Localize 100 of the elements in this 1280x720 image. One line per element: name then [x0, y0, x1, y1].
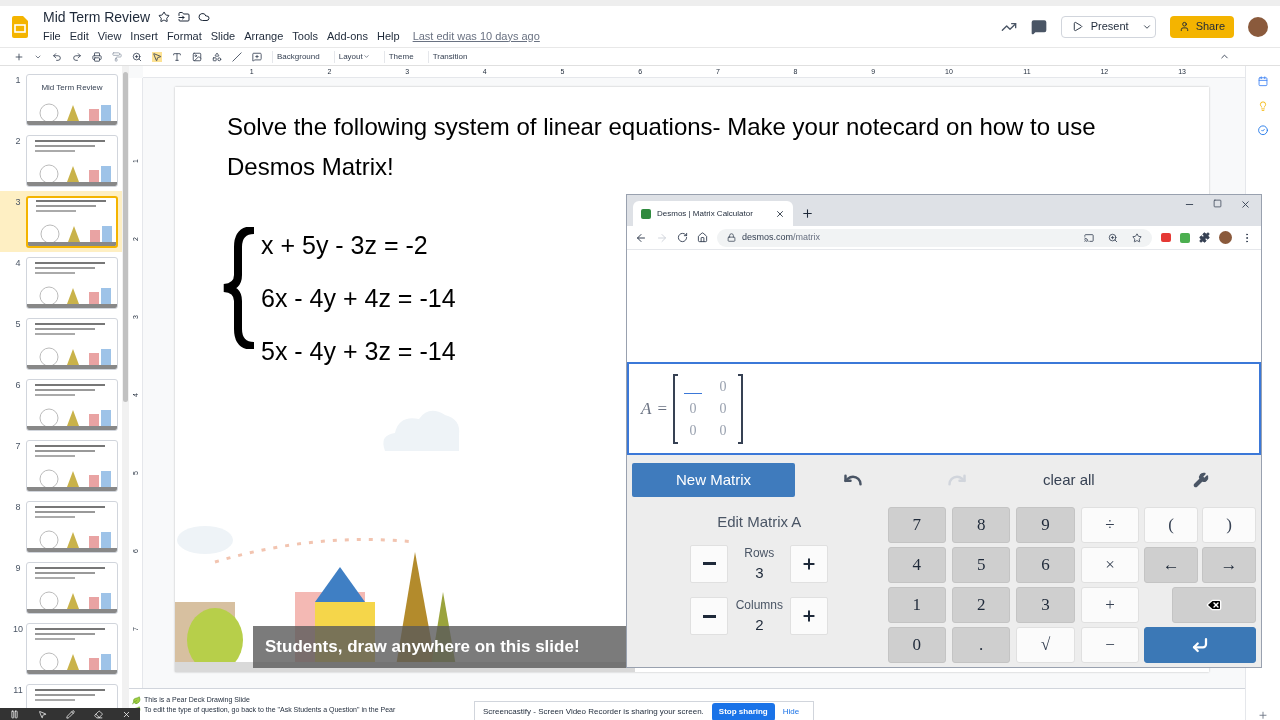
keypad-key[interactable]: 9 — [1016, 507, 1075, 543]
menu-item[interactable]: View — [97, 27, 122, 45]
share-button[interactable]: Share — [1169, 15, 1234, 38]
slide-thumbnail[interactable] — [26, 196, 118, 248]
extensions-icon[interactable] — [1199, 232, 1210, 243]
keypad-key[interactable]: − — [1080, 627, 1140, 663]
home-icon[interactable] — [697, 232, 708, 243]
keypad-key[interactable]: 4 — [887, 547, 946, 583]
close-window-icon[interactable] — [1240, 199, 1251, 210]
backspace-key[interactable] — [1172, 587, 1256, 623]
new-tab-icon[interactable] — [801, 207, 814, 220]
tasks-icon[interactable] — [1256, 125, 1270, 136]
keypad-key[interactable]: 6 — [1016, 547, 1075, 583]
keypad-key[interactable]: ( — [1144, 507, 1199, 543]
keypad-key[interactable]: 7 — [887, 507, 946, 543]
scrollbar-thumb[interactable] — [123, 72, 128, 402]
keypad-key[interactable]: 8 — [952, 507, 1011, 543]
redo-icon[interactable] — [72, 51, 82, 62]
slide-thumbnail[interactable] — [26, 623, 118, 675]
pen-icon[interactable] — [65, 709, 75, 719]
undo-icon[interactable] — [52, 51, 62, 62]
slide-thumbnail[interactable] — [26, 318, 118, 370]
extension-icon[interactable] — [1180, 232, 1190, 243]
shape-icon[interactable] — [212, 51, 222, 62]
maximize-icon[interactable] — [1213, 199, 1222, 208]
menu-item[interactable]: Arrange — [244, 27, 284, 45]
stop-sharing-button[interactable]: Stop sharing — [711, 703, 775, 720]
keypad-key[interactable]: ÷ — [1080, 507, 1140, 543]
keypad-key[interactable]: 3 — [1016, 587, 1075, 623]
reload-icon[interactable] — [677, 232, 688, 243]
new-matrix-button[interactable]: New Matrix — [632, 463, 795, 497]
zoom-icon[interactable] — [132, 51, 142, 62]
calendar-icon[interactable] — [1256, 76, 1270, 87]
address-bar[interactable]: desmos.com/matrix — [717, 228, 1152, 247]
pause-icon[interactable] — [9, 709, 19, 719]
menu-item[interactable]: Tools — [292, 27, 318, 45]
menu-item[interactable]: Edit — [69, 27, 89, 45]
star-icon[interactable] — [158, 10, 171, 23]
toolbar-button[interactable]: Layout — [333, 50, 374, 63]
matrix-input[interactable]: A = 0 0 0 0 0 — [627, 362, 1261, 455]
close-tab-icon[interactable] — [775, 208, 785, 219]
print-icon[interactable] — [92, 51, 102, 62]
keypad-key[interactable]: ) — [1202, 507, 1256, 543]
slide-thumbnail[interactable] — [26, 135, 118, 187]
keypad-key[interactable]: 5 — [952, 547, 1011, 583]
image-icon[interactable] — [192, 51, 202, 62]
menu-item[interactable]: Add-ons — [327, 27, 368, 45]
slide-thumbnail[interactable] — [26, 379, 118, 431]
new-slide-icon[interactable] — [14, 51, 24, 62]
increase-button[interactable] — [790, 597, 829, 636]
line-icon[interactable] — [232, 51, 242, 62]
slide-thumbnail[interactable] — [26, 501, 118, 553]
menu-item[interactable]: Format — [166, 27, 202, 45]
folder-icon[interactable] — [178, 10, 191, 23]
settings-icon[interactable] — [1192, 472, 1209, 488]
keypad-key[interactable]: + — [1080, 587, 1140, 623]
keypad-key[interactable]: × — [1080, 547, 1140, 583]
keypad-key[interactable]: → — [1202, 547, 1256, 583]
toolbar-button[interactable]: Theme — [383, 50, 418, 63]
slide-thumbnail[interactable]: Mid Term Review — [26, 74, 118, 126]
zoom-icon[interactable] — [1108, 232, 1118, 243]
slide-thumbnail[interactable] — [26, 440, 118, 492]
cloud-icon[interactable] — [198, 10, 211, 23]
keypad-key[interactable]: 2 — [952, 587, 1011, 623]
pointer-icon[interactable] — [37, 709, 47, 719]
menu-item[interactable]: Slide — [210, 27, 236, 45]
document-title[interactable]: Mid Term Review — [43, 8, 151, 25]
eraser-icon[interactable] — [93, 709, 103, 719]
hide-link[interactable]: Hide — [782, 706, 800, 718]
slide-number: 3 — [14, 196, 22, 209]
toolbar-button[interactable]: Transition — [427, 50, 472, 63]
last-edit-link[interactable]: Last edit was 10 days ago — [412, 27, 540, 45]
cast-icon[interactable] — [1084, 232, 1094, 243]
menu-item[interactable]: Help — [377, 27, 400, 45]
comment-icon[interactable] — [1030, 18, 1047, 35]
decrease-button[interactable] — [690, 544, 729, 583]
menu-item[interactable]: File — [43, 27, 61, 45]
bookmark-icon[interactable] — [1132, 232, 1142, 243]
decrease-button[interactable] — [690, 597, 729, 636]
avatar[interactable] — [1219, 231, 1232, 244]
increase-button[interactable] — [790, 544, 829, 583]
keypad-key[interactable]: . — [952, 627, 1011, 663]
back-icon[interactable] — [635, 231, 647, 244]
add-comment-icon[interactable] — [252, 51, 262, 62]
avatar[interactable] — [1248, 16, 1268, 37]
keypad-key[interactable]: √ — [1016, 627, 1075, 663]
slide-thumbnail[interactable] — [26, 257, 118, 309]
toolbar-button[interactable]: Background — [272, 50, 324, 63]
slide-thumbnail[interactable] — [26, 562, 118, 614]
keypad-key[interactable]: 1 — [887, 587, 946, 623]
extension-icon[interactable] — [1161, 233, 1171, 242]
clear-all-button[interactable]: clear all — [1043, 468, 1095, 492]
browser-tab[interactable]: Desmos | Matrix Calculator — [633, 201, 793, 226]
keypad-key[interactable]: 0 — [887, 627, 946, 663]
menu-item[interactable]: Insert — [130, 27, 158, 45]
add-icon[interactable] — [1256, 709, 1270, 720]
keypad-key[interactable]: ← — [1144, 547, 1199, 583]
close-icon[interactable] — [121, 709, 131, 719]
select-icon[interactable] — [152, 51, 162, 62]
text-box-icon[interactable] — [172, 51, 182, 62]
